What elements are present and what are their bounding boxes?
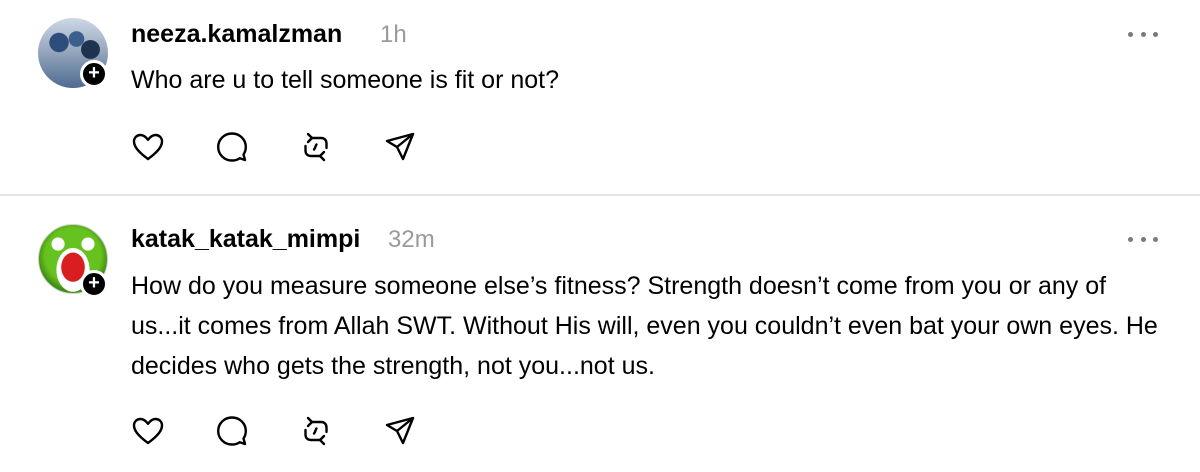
share-icon[interactable] [383,130,419,164]
follow-plus-icon[interactable]: + [80,270,108,298]
heart-icon[interactable] [131,130,167,164]
follow-plus-icon[interactable]: + [80,60,108,88]
repost-icon[interactable] [299,130,335,164]
repost-icon[interactable] [299,414,335,448]
post-actions [131,414,431,448]
post-time: 32m [388,226,435,253]
username[interactable]: katak_katak_mimpi [131,225,360,254]
post-text: Who are u to tell someone is fit or not? [131,66,559,94]
more-options-icon[interactable] [1128,27,1158,41]
more-options-icon[interactable] [1128,232,1158,246]
comment-icon[interactable] [215,130,251,164]
post-actions [131,130,431,164]
heart-icon[interactable] [131,414,167,448]
post-text: How do you measure someone else’s fitnes… [131,272,1158,380]
post-time: 1h [380,21,407,48]
share-icon[interactable] [383,414,419,448]
thread-post: + katak_katak_mimpi 32m How do you measu… [0,196,1200,472]
thread-post: + neeza.kamalzman 1h Who are u to tell s… [0,0,1200,195]
username[interactable]: neeza.kamalzman [131,20,342,49]
comment-icon[interactable] [215,414,251,448]
